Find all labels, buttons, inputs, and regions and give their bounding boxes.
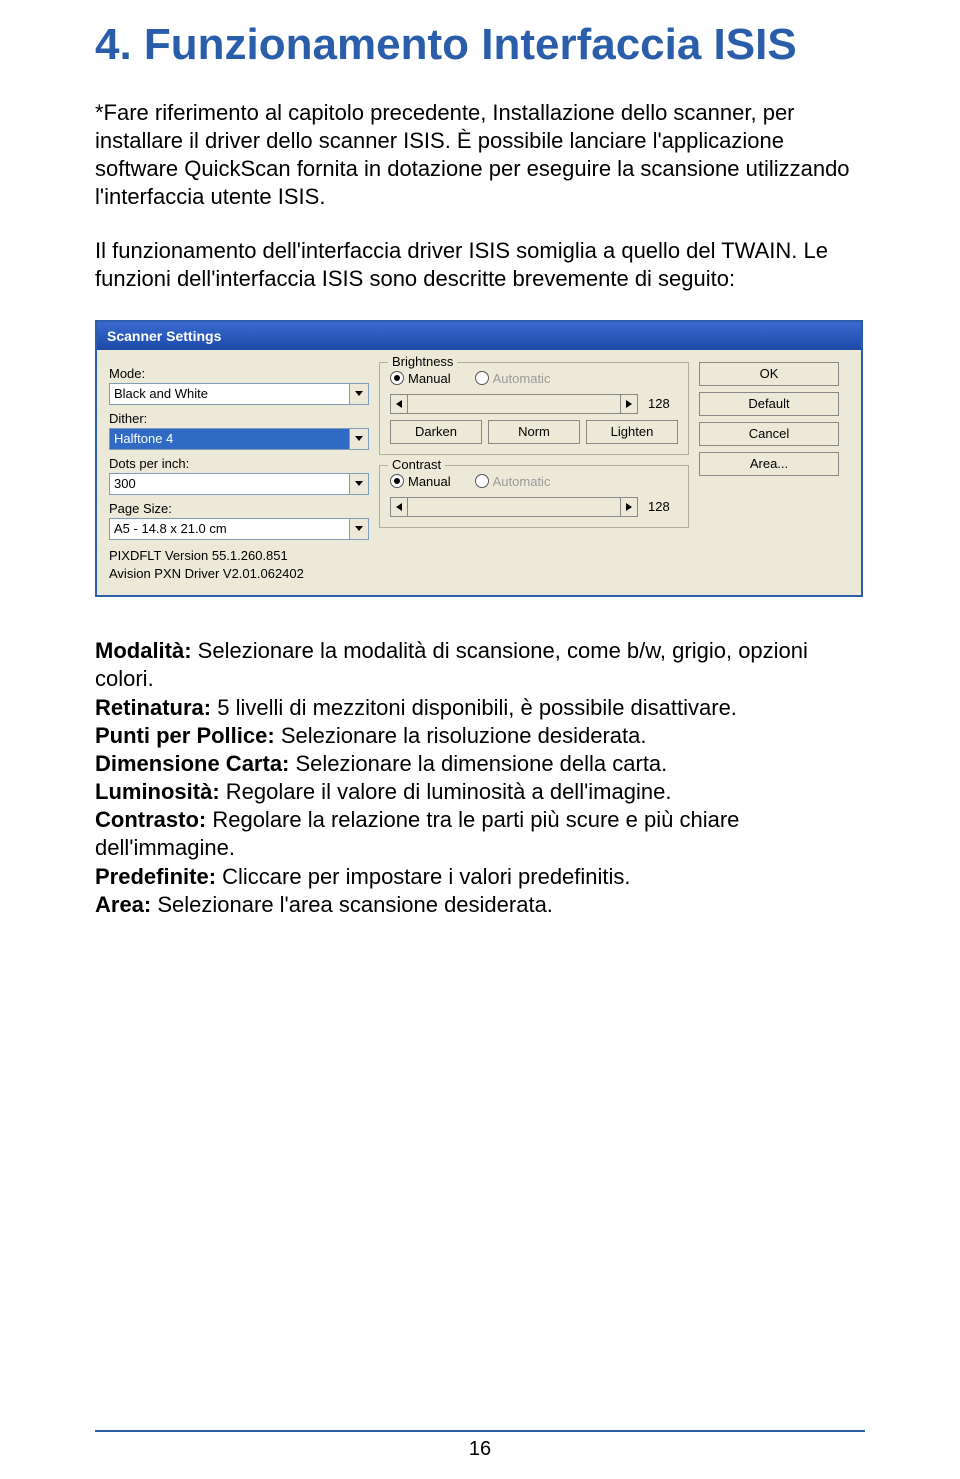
definitions-block: Modalità: Selezionare la modalità di sca… <box>95 637 865 919</box>
term-luminosita: Luminosità: <box>95 779 220 804</box>
dither-dropdown[interactable]: Halftone 4 <box>109 428 369 450</box>
scanner-settings-dialog: Scanner Settings Mode: Black and White D… <box>95 320 863 598</box>
brightness-auto-radio[interactable]: Automatic <box>475 371 551 386</box>
chevron-down-icon[interactable] <box>349 474 368 494</box>
brightness-group: Brightness Manual Automatic <box>379 362 689 455</box>
dither-label: Dither: <box>109 411 369 426</box>
pagesize-dropdown[interactable]: A5 - 14.8 x 21.0 cm <box>109 518 369 540</box>
contrast-manual-label: Manual <box>408 474 451 489</box>
section-heading: 4. Funzionamento Interfaccia ISIS <box>95 20 865 71</box>
ok-button[interactable]: OK <box>699 362 839 386</box>
text-predefinite: Cliccare per impostare i valori predefin… <box>216 864 631 889</box>
radio-unchecked-icon <box>475 371 489 385</box>
text-ppp: Selezionare la risoluzione desiderata. <box>275 723 647 748</box>
mode-dropdown[interactable]: Black and White <box>109 383 369 405</box>
text-retinatura: 5 livelli di mezzitoni disponibili, è po… <box>211 695 737 720</box>
contrast-auto-radio[interactable]: Automatic <box>475 474 551 489</box>
lighten-button[interactable]: Lighten <box>586 420 678 444</box>
brightness-value: 128 <box>644 396 678 411</box>
cancel-button[interactable]: Cancel <box>699 422 839 446</box>
term-predefinite: Predefinite: <box>95 864 216 889</box>
dither-value: Halftone 4 <box>110 429 349 449</box>
radio-unchecked-icon <box>475 474 489 488</box>
default-button[interactable]: Default <box>699 392 839 416</box>
text-modalita: Selezionare la modalità di scansione, co… <box>95 638 808 691</box>
contrast-auto-label: Automatic <box>493 474 551 489</box>
arrow-right-icon[interactable] <box>620 498 637 516</box>
term-modalita: Modalità: <box>95 638 192 663</box>
contrast-slider[interactable] <box>390 497 638 517</box>
text-area: Selezionare l'area scansione desiderata. <box>151 892 553 917</box>
contrast-value: 128 <box>644 499 678 514</box>
chevron-down-icon[interactable] <box>349 519 368 539</box>
dpi-label: Dots per inch: <box>109 456 369 471</box>
term-area: Area: <box>95 892 151 917</box>
brightness-manual-radio[interactable]: Manual <box>390 371 451 386</box>
term-ppp: Punti per Pollice: <box>95 723 275 748</box>
paragraph-2: Il funzionamento dell'interfaccia driver… <box>95 237 865 293</box>
arrow-left-icon[interactable] <box>391 498 408 516</box>
pagesize-value: A5 - 14.8 x 21.0 cm <box>110 519 349 539</box>
dpi-value: 300 <box>110 474 349 494</box>
darken-button[interactable]: Darken <box>390 420 482 444</box>
brightness-manual-label: Manual <box>408 371 451 386</box>
contrast-title: Contrast <box>388 457 445 472</box>
page-number: 16 <box>95 1438 865 1461</box>
version-line-2: Avision PXN Driver V2.01.062402 <box>109 566 369 583</box>
chevron-down-icon[interactable] <box>349 429 368 449</box>
area-button[interactable]: Area... <box>699 452 839 476</box>
radio-checked-icon <box>390 371 404 385</box>
page-footer: 16 <box>95 1422 865 1461</box>
term-dimensione: Dimensione Carta: <box>95 751 289 776</box>
brightness-slider[interactable] <box>390 394 638 414</box>
paragraph-1: *Fare riferimento al capitolo precedente… <box>95 99 865 212</box>
term-contrasto: Contrasto: <box>95 807 206 832</box>
arrow-right-icon[interactable] <box>620 395 637 413</box>
mode-value: Black and White <box>110 384 349 404</box>
version-line-1: PIXDFLT Version 55.1.260.851 <box>109 548 369 565</box>
dpi-dropdown[interactable]: 300 <box>109 473 369 495</box>
text-dimensione: Selezionare la dimensione della carta. <box>289 751 667 776</box>
brightness-title: Brightness <box>388 354 457 369</box>
dialog-title: Scanner Settings <box>97 322 861 350</box>
footer-divider <box>95 1430 865 1432</box>
norm-button[interactable]: Norm <box>488 420 580 444</box>
mode-label: Mode: <box>109 366 369 381</box>
pagesize-label: Page Size: <box>109 501 369 516</box>
text-luminosita: Regolare il valore di luminosità a dell'… <box>220 779 672 804</box>
brightness-auto-label: Automatic <box>493 371 551 386</box>
radio-checked-icon <box>390 474 404 488</box>
term-retinatura: Retinatura: <box>95 695 211 720</box>
contrast-manual-radio[interactable]: Manual <box>390 474 451 489</box>
chevron-down-icon[interactable] <box>349 384 368 404</box>
arrow-left-icon[interactable] <box>391 395 408 413</box>
contrast-group: Contrast Manual Automatic <box>379 465 689 528</box>
